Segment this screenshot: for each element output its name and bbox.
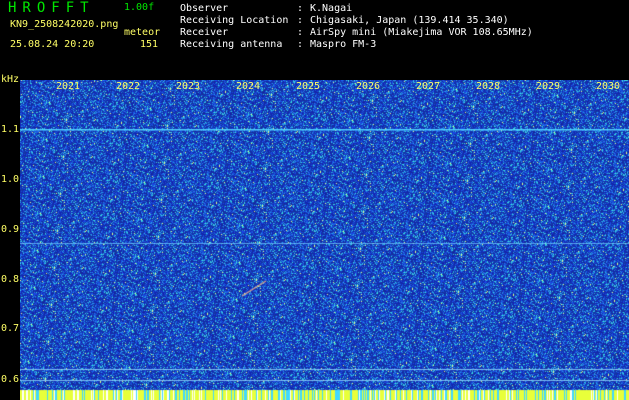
filename-label: KN9_2508242020.png [10,19,119,30]
y-tick-label: 0.7 [1,323,20,334]
info-colon: : [297,27,304,38]
spectrogram [20,80,629,400]
time-label: 2021 [56,81,81,92]
info-colon: : [297,3,304,14]
info-key: Receiver [180,27,229,38]
version-label: 1.00f [124,2,155,13]
time-label: 2026 [356,81,381,92]
time-label: 2028 [476,81,501,92]
info-key: Receiving antenna [180,39,283,50]
time-label: 2030 [596,81,621,92]
time-label: 2029 [536,81,561,92]
info-row-receiver: Receiver: AirSpy mini (Miakejima VOR 108.… [180,27,533,38]
info-value: Maspro FM-3 [310,39,377,50]
info-colon: : [297,15,304,26]
info-value: Chigasaki, Japan (139.414 35.340) [310,15,509,26]
app-title: HROFFT [8,0,95,16]
y-tick-label: 0.8 [1,274,20,285]
y-tick-label: 1.0 [1,174,20,185]
info-value: K.Nagai [310,3,353,14]
info-row-observer: Observer: K.Nagai [180,3,352,14]
time-label: 2025 [296,81,321,92]
info-row-antenna: Receiving antenna: Maspro FM-3 [180,39,376,50]
timestamp-label: 25.08.24 20:20 [10,39,95,50]
info-colon: : [297,39,304,50]
y-tick-label: 0.9 [1,224,20,235]
info-key: Observer [180,3,229,14]
time-label: 2022 [116,81,141,92]
info-key: Receiving Location [180,15,289,26]
time-label: 2023 [176,81,201,92]
info-row-location: Receiving Location: Chigasaki, Japan (139… [180,15,509,26]
info-value: AirSpy mini (Miakejima VOR 108.65MHz) [310,27,533,38]
time-label: 2024 [236,81,261,92]
time-label: 2027 [416,81,441,92]
y-axis-unit: kHz [1,74,20,85]
y-tick-label: 0.6 [1,374,20,385]
y-tick-label: 1.1 [1,124,20,135]
mode-label: meteor [124,27,161,38]
meteor-count: 151 [140,39,159,50]
